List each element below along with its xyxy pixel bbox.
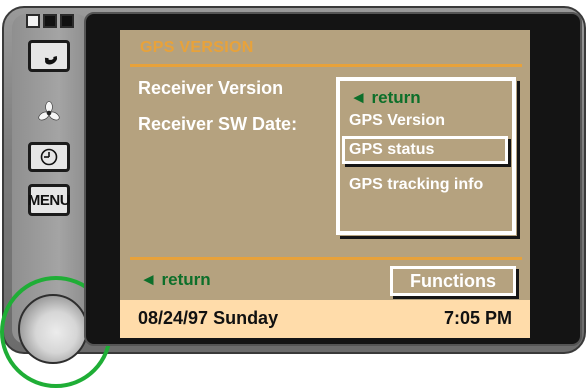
rotary-knob[interactable]	[18, 294, 88, 364]
receiver-version-label: Receiver Version	[138, 78, 284, 98]
functions-button[interactable]: Functions	[390, 266, 516, 296]
indicator-light-black	[43, 14, 57, 28]
fan-button[interactable]	[36, 100, 62, 126]
fan-icon	[38, 101, 60, 121]
menu-button-label: MENU	[27, 191, 71, 209]
menu-item-gps-status[interactable]: GPS status	[349, 141, 434, 159]
indicator-light-white	[26, 14, 40, 28]
menu-item-gps-version[interactable]: GPS Version	[349, 112, 445, 130]
bottom-divider	[130, 257, 522, 260]
receiver-sw-date-label: Receiver SW Date:	[138, 114, 298, 134]
menu-button[interactable]: MENU	[27, 184, 71, 216]
status-time: 7:05 PM	[443, 308, 512, 328]
return-button[interactable]: ◄ return	[140, 270, 211, 290]
indicator-light-black	[60, 14, 74, 28]
display-screen: GPS VERSION Receiver Version Receiver SW…	[120, 30, 530, 338]
title-divider	[130, 64, 522, 67]
clock-icon	[40, 148, 58, 166]
page-title: GPS VERSION	[140, 39, 254, 56]
menu-return-item[interactable]: ◄ return	[350, 88, 421, 108]
status-date: 08/24/97 Sunday	[138, 308, 279, 328]
phone-button[interactable]	[28, 40, 70, 72]
phone-icon	[44, 56, 58, 65]
car-navigation-device: MENU GPS VERSION Receiver Version Receiv…	[0, 0, 587, 388]
clock-button[interactable]	[28, 142, 70, 172]
menu-item-gps-tracking-info[interactable]: GPS tracking info	[349, 176, 483, 194]
